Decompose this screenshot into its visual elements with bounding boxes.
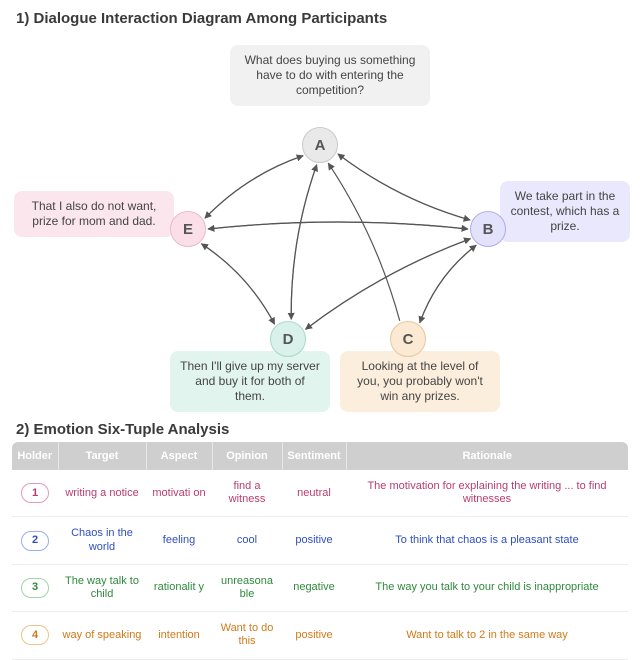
emotion-table-wrap: Holder Target Aspect Opinion Sentiment R… [0,442,640,660]
th-target: Target [58,442,146,470]
holder-badge: 4 [21,625,49,645]
edge-B-A [338,154,470,220]
edge-D-B [306,239,471,330]
cell-opinion: find a witness [212,470,282,517]
cell-rationale: To think that chaos is a pleasant state [346,517,628,564]
cell-aspect: motivati on [146,470,212,517]
table-row: 1 writing a noticemotivati onfind a witne… [12,470,628,517]
section2-title: 2) Emotion Six-Tuple Analysis [0,411,640,442]
edge-B-C [420,245,476,323]
cell-aspect: feeling [146,517,212,564]
edge-B-D [306,239,471,330]
node-e: E [170,211,206,247]
node-a: A [302,127,338,163]
speech-b: We take part in the contest, which has a… [500,181,630,242]
cell-target: Chaos in the world [58,517,146,564]
holder-badge: 2 [21,531,49,551]
edge-C-B [420,245,476,323]
table-header-row: Holder Target Aspect Opinion Sentiment R… [12,442,628,470]
cell-rationale: Want to talk to 2 in the same way [346,612,628,659]
cell-sentiment: negative [282,564,346,611]
edge-E-A [205,156,303,219]
cell-holder: 2 [12,517,58,564]
edge-A-E [205,156,303,219]
cell-target: writing a notice [58,470,146,517]
emotion-table: Holder Target Aspect Opinion Sentiment R… [12,442,628,660]
th-opinion: Opinion [212,442,282,470]
cell-target: The way talk to child [58,564,146,611]
edge-A-D [291,165,317,320]
interaction-diagram: What does buying us something have to do… [0,31,640,411]
edge-D-E [201,244,274,324]
edge-A-B [338,154,470,220]
cell-aspect: rationalit y [146,564,212,611]
th-aspect: Aspect [146,442,212,470]
table-row: 3 The way talk to childrationalit yunreas… [12,564,628,611]
cell-opinion: unreasona ble [212,564,282,611]
table-row: 4 way of speakingintentionWant to do this… [12,612,628,659]
node-b: B [470,211,506,247]
cell-sentiment: positive [282,517,346,564]
holder-badge: 1 [21,483,49,503]
cell-opinion: cool [212,517,282,564]
holder-badge: 3 [21,578,49,598]
th-holder: Holder [12,442,58,470]
speech-e: That I also do not want, prize for mom a… [14,191,174,237]
node-d: D [270,321,306,357]
table-row: 2 Chaos in the worldfeelingcoolpositiveTo… [12,517,628,564]
cell-holder: 4 [12,612,58,659]
th-rationale: Rationale [346,442,628,470]
speech-c: Looking at the level of you, you probabl… [340,351,500,412]
speech-a: What does buying us something have to do… [230,45,430,106]
edge-E-D [201,244,274,324]
cell-target: way of speaking [58,612,146,659]
cell-rationale: The way you talk to your child is inappr… [346,564,628,611]
edge-C-A [328,163,399,321]
cell-holder: 1 [12,470,58,517]
cell-holder: 3 [12,564,58,611]
section1-title: 1) Dialogue Interaction Diagram Among Pa… [0,0,640,31]
speech-d: Then I'll give up my server and buy it f… [170,351,330,412]
edge-D-A [291,165,317,320]
edge-B-E [208,222,468,229]
cell-aspect: intention [146,612,212,659]
cell-sentiment: neutral [282,470,346,517]
cell-rationale: The motivation for explaining the writin… [346,470,628,517]
cell-opinion: Want to do this [212,612,282,659]
edge-E-B [208,222,468,229]
cell-sentiment: positive [282,612,346,659]
th-sentiment: Sentiment [282,442,346,470]
node-c: C [390,321,426,357]
